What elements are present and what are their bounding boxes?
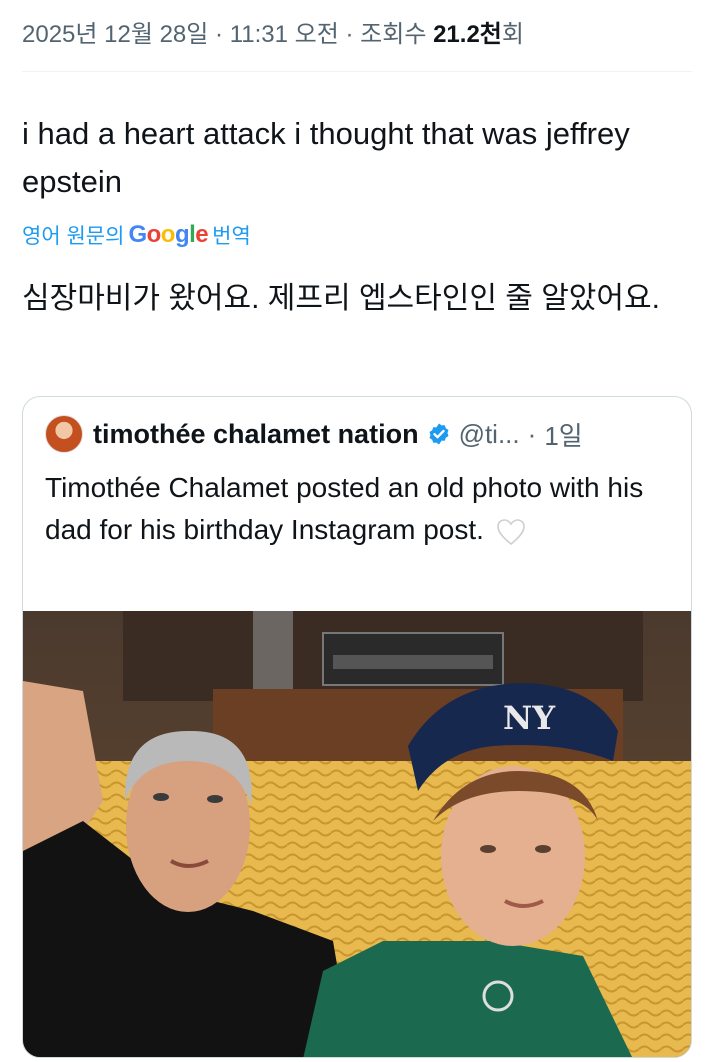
google-logo: Google [128,221,209,248]
tweet-date: 2025년 12월 28일 [22,21,209,48]
tweet-meta: 2025년 12월 28일 · 11:31 오전 · 조회수 21.2천회 [22,14,524,49]
lamp [253,611,293,691]
white-heart-icon [496,518,525,545]
translate-attribution[interactable]: 영어 원문의 Google 번역 [22,220,251,250]
svg-text:NY: NY [503,699,556,737]
translate-prefix: 영어 원문의 [22,225,125,248]
quote-age: 1일 [544,420,583,451]
stereo-panel [333,655,493,669]
divider [22,71,692,72]
views-count: 21.2천 [433,21,502,48]
quote-text-block: Timothée Chalamet posted an old photo wi… [45,467,665,551]
avatar[interactable] [45,415,83,453]
views-label: 조회수 [360,21,427,48]
verified-badge-icon [429,423,449,445]
quote-handle[interactable]: @ti... [459,419,520,450]
quote-photo[interactable]: NY [23,611,692,1058]
quote-time-separator: · [527,418,537,449]
quote-tweet-card[interactable]: timothée chalamet nation @ti... · 1일 Tim… [22,396,692,1058]
translated-text: 심장마비가 왔어요. 제프리 엡스타인인 줄 알았어요. [22,282,660,315]
tweet-time: 11:31 오전 [229,21,339,48]
translate-suffix: 번역 [212,225,251,248]
meta-separator: · [345,21,354,48]
quote-display-name[interactable]: timothée chalamet nation [93,419,419,450]
quote-text: Timothée Chalamet posted an old photo wi… [45,472,644,545]
views-suffix: 회 [501,21,524,48]
tweet-text: i had a heart attack i thought that was … [22,116,630,199]
meta-separator: · [215,21,224,48]
quote-header: timothée chalamet nation @ti... · 1일 [45,415,583,453]
